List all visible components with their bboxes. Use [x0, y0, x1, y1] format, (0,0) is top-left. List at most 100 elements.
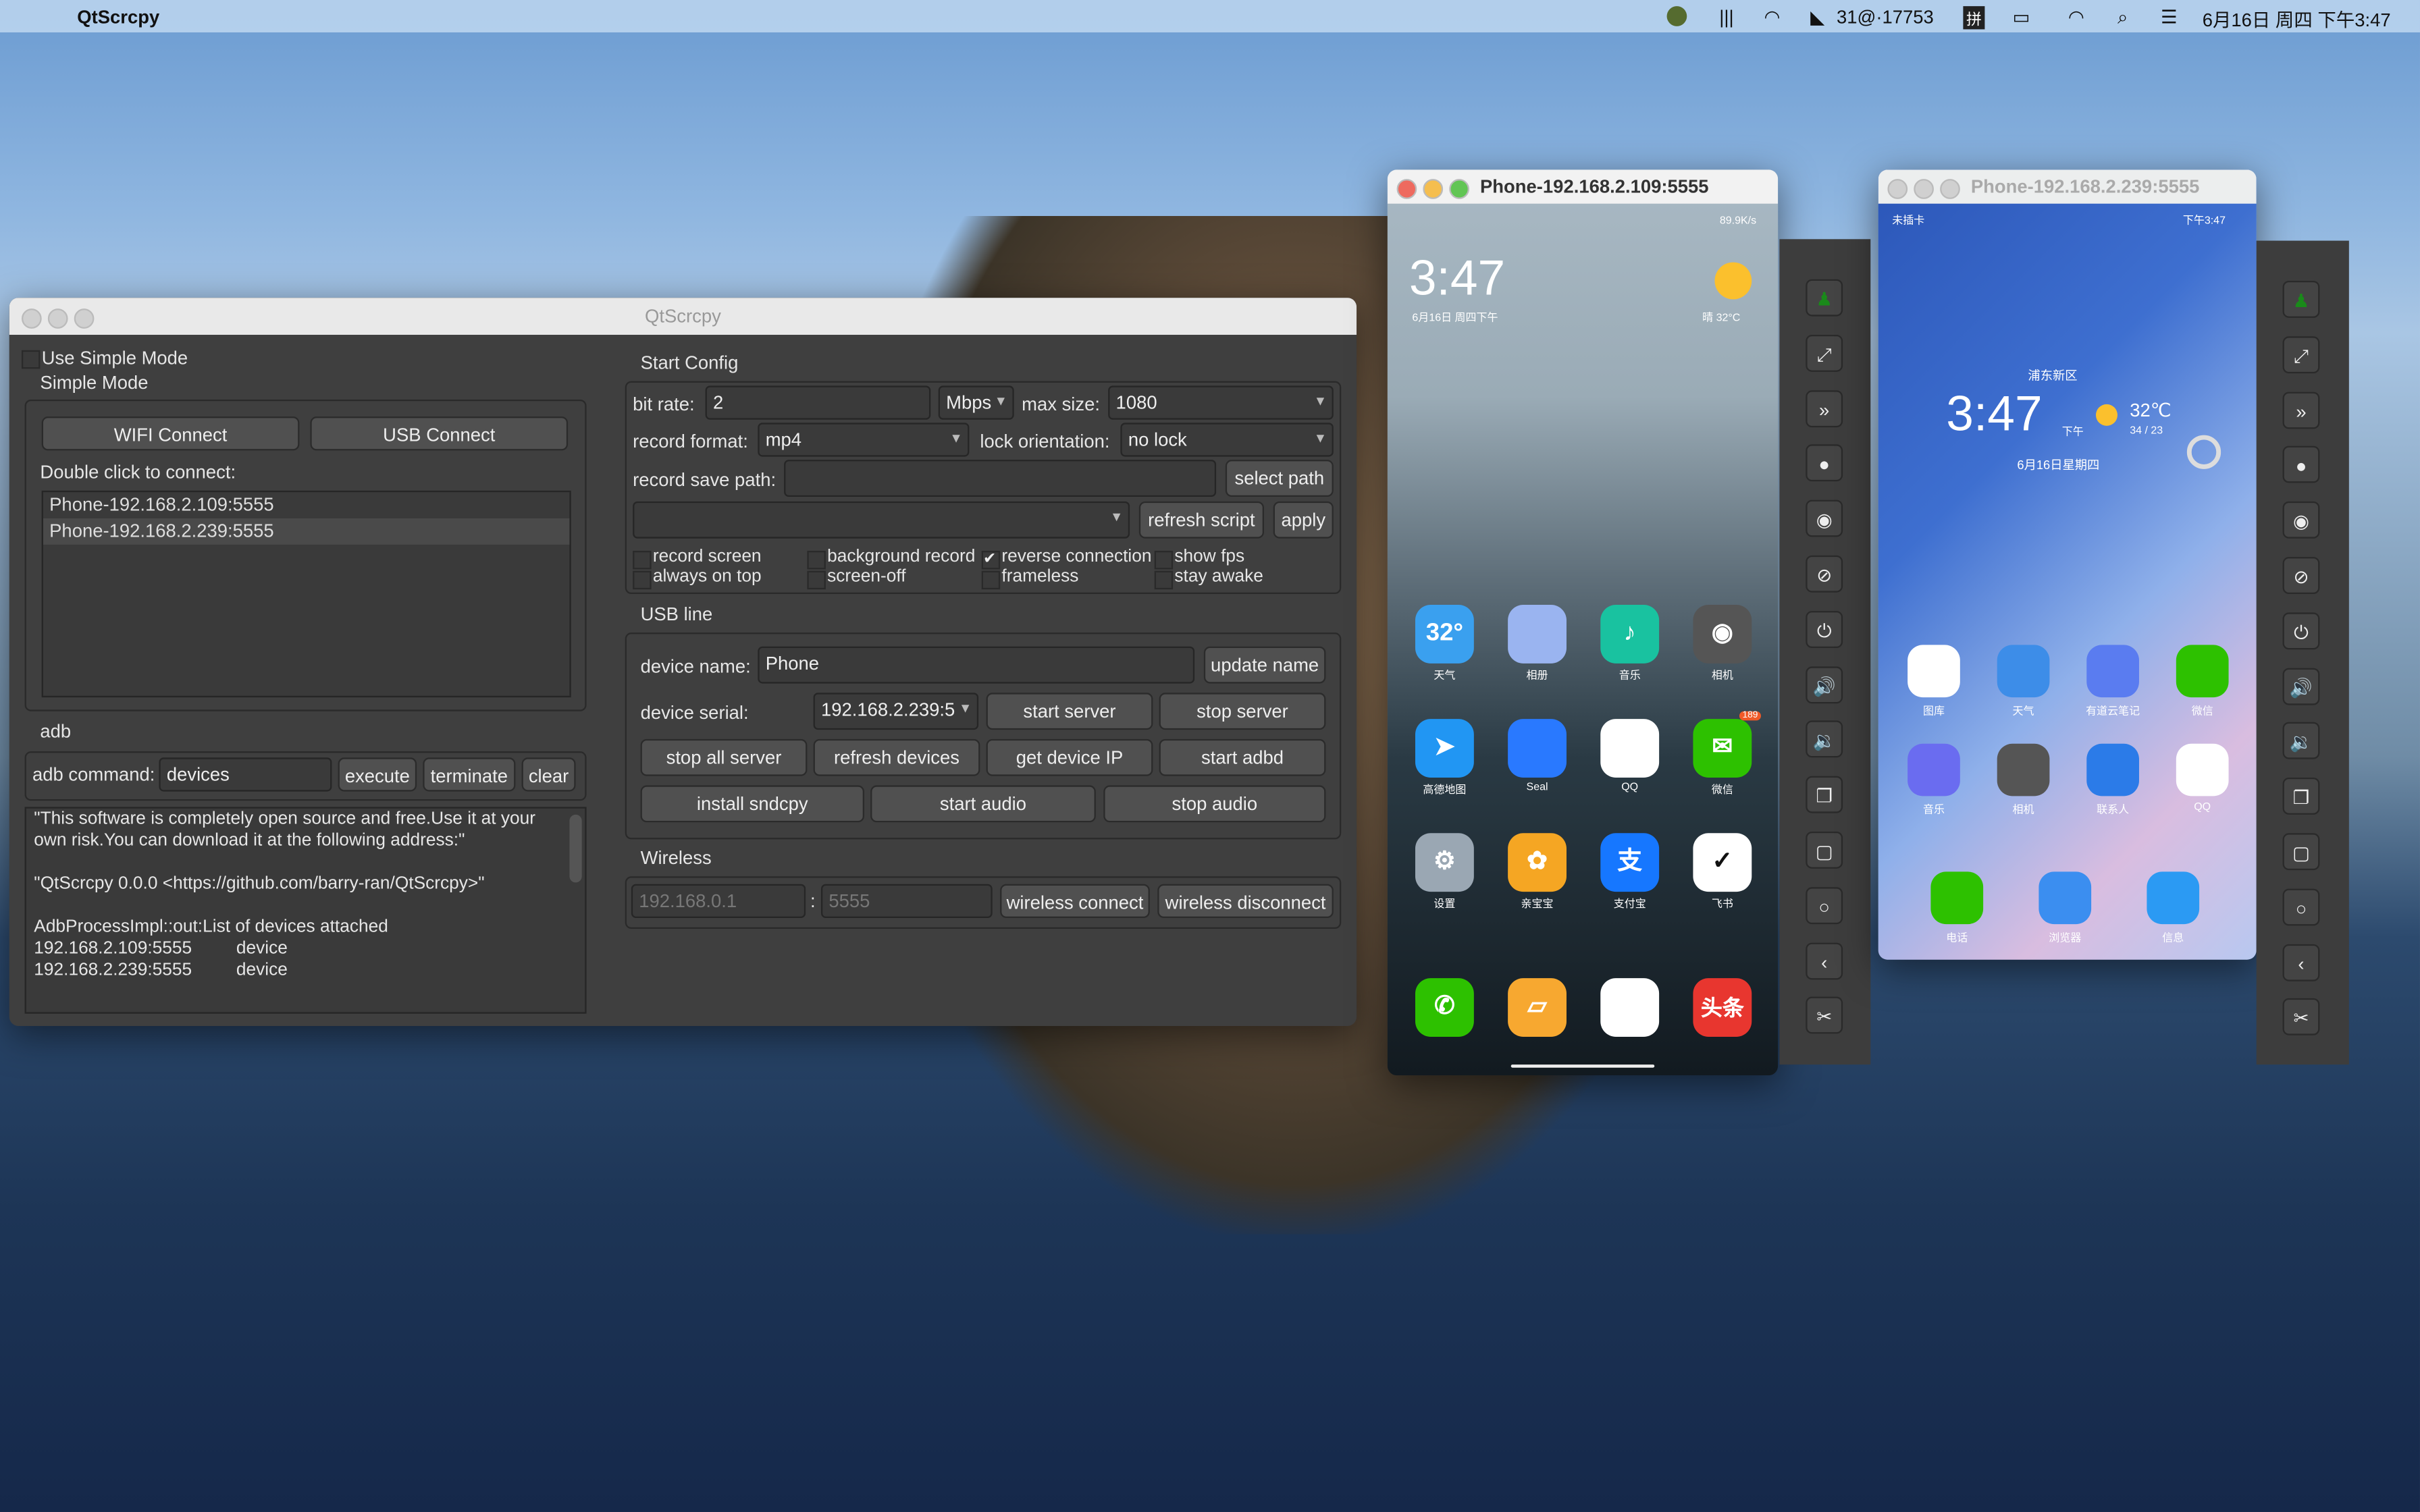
- simple-mode-checkbox[interactable]: [21, 350, 41, 369]
- max-size-select[interactable]: 1080: [1108, 385, 1334, 420]
- start-server-button[interactable]: start server: [986, 693, 1153, 730]
- wifi-connect-button[interactable]: WIFI Connect: [41, 416, 300, 451]
- checkbox[interactable]: [633, 550, 652, 570]
- wireless-disconnect-button[interactable]: wireless disconnect: [1157, 884, 1334, 918]
- screenshot-icon[interactable]: ✂: [2282, 998, 2320, 1036]
- app-icon[interactable]: [2176, 645, 2229, 698]
- cloud-icon[interactable]: ◠: [1764, 6, 1781, 28]
- dock-chrome-beta-icon[interactable]: ◕: [1600, 978, 1660, 1037]
- wireless-port-input[interactable]: 5555: [820, 884, 993, 918]
- app-icon[interactable]: [2086, 645, 2139, 698]
- app-icon[interactable]: ♪: [1600, 604, 1660, 664]
- power-icon[interactable]: ⏻: [2282, 612, 2320, 649]
- device-name-input[interactable]: Phone: [758, 646, 1195, 684]
- dock-icon[interactable]: [2147, 871, 2200, 925]
- minimize-button[interactable]: [1423, 179, 1444, 199]
- execute-button[interactable]: execute: [338, 757, 417, 792]
- app-icon[interactable]: [1508, 604, 1567, 664]
- home-icon[interactable]: ○: [1806, 886, 1843, 924]
- checkbox[interactable]: [807, 550, 826, 570]
- clock[interactable]: 6月16日 周四 下午3:47: [2203, 6, 2391, 32]
- app-icon[interactable]: [2176, 743, 2229, 796]
- fullscreen-icon[interactable]: ⤢: [2282, 335, 2320, 373]
- close-button[interactable]: [1887, 179, 1908, 199]
- zoom-button[interactable]: [1940, 179, 1960, 199]
- switch-app-icon[interactable]: ♟: [2282, 280, 2320, 318]
- app-icon[interactable]: [1997, 645, 2050, 698]
- install-sndcpy-button[interactable]: install sndcpy: [640, 785, 864, 823]
- app-menu[interactable]: QtScrcpy: [77, 6, 159, 28]
- list-item[interactable]: Phone-192.168.2.239:5555: [43, 518, 570, 545]
- audio-icon[interactable]: |||: [1719, 6, 1733, 28]
- record-save-path-input[interactable]: [784, 460, 1217, 497]
- home-icon[interactable]: ○: [2282, 888, 2320, 925]
- checkbox[interactable]: [981, 570, 1001, 590]
- start-adbd-button[interactable]: start adbd: [1159, 738, 1326, 776]
- close-button[interactable]: [1396, 179, 1417, 199]
- title-bar[interactable]: Phone-192.168.2.109:5555: [1387, 169, 1779, 204]
- volume-up-icon[interactable]: 🔊: [2282, 667, 2320, 705]
- phone-window-2[interactable]: Phone-192.168.2.239:5555 未插卡 下午3:47 浦东新区…: [1878, 169, 2257, 960]
- back-icon[interactable]: ‹: [2282, 943, 2320, 981]
- volume-up-icon[interactable]: 🔊: [1806, 666, 1843, 703]
- list-item[interactable]: Phone-192.168.2.109:5555: [43, 492, 569, 518]
- checkbox[interactable]: [807, 570, 826, 590]
- wifi-icon[interactable]: ◠: [2068, 6, 2084, 28]
- device-list[interactable]: Phone-192.168.2.109:5555 Phone-192.168.2…: [41, 490, 571, 698]
- screen-off-icon[interactable]: ●: [1806, 445, 1843, 483]
- fullscreen-icon[interactable]: ⤢: [1806, 334, 1843, 372]
- hide-touches-icon[interactable]: ⊘: [1806, 555, 1843, 593]
- battery-icon[interactable]: ▭: [2013, 6, 2030, 28]
- wireless-ip-input[interactable]: 192.168.0.1: [631, 884, 806, 918]
- app-icon[interactable]: [1508, 719, 1567, 778]
- app-icon[interactable]: ✿: [1508, 833, 1567, 892]
- status-text[interactable]: 31@·17753: [1837, 6, 1934, 28]
- copy-icon[interactable]: ❐: [2282, 778, 2320, 815]
- refresh-script-button[interactable]: refresh script: [1138, 501, 1264, 539]
- control-center-icon[interactable]: ☰: [2161, 6, 2178, 28]
- checkbox[interactable]: [1154, 570, 1174, 590]
- title-bar[interactable]: Phone-192.168.2.239:5555: [1878, 169, 2257, 204]
- checkbox[interactable]: [1154, 550, 1174, 570]
- wireless-connect-button[interactable]: wireless connect: [1000, 884, 1150, 918]
- refresh-devices-button[interactable]: refresh devices: [813, 738, 980, 776]
- bit-rate-unit-select[interactable]: Mbps: [938, 385, 1014, 420]
- stop-audio-button[interactable]: stop audio: [1103, 785, 1326, 823]
- dock-icon[interactable]: [1930, 871, 1984, 925]
- back-icon[interactable]: ‹: [1806, 942, 1843, 979]
- terminate-button[interactable]: terminate: [423, 757, 516, 792]
- copy-icon[interactable]: ❐: [1806, 776, 1843, 813]
- collapse-icon[interactable]: »: [1806, 389, 1843, 427]
- lock-orientation-select[interactable]: no lock: [1120, 423, 1334, 457]
- select-path-button[interactable]: select path: [1225, 460, 1334, 497]
- adb-command-input[interactable]: devices: [159, 757, 332, 792]
- show-touches-icon[interactable]: ◉: [2282, 502, 2320, 539]
- volume-down-icon[interactable]: 🔉: [1806, 721, 1843, 759]
- network-icon[interactable]: ◣: [1810, 6, 1824, 28]
- assistive-touch-button[interactable]: [2186, 435, 2221, 469]
- app-switch-icon[interactable]: ▢: [2282, 833, 2320, 871]
- collapse-icon[interactable]: »: [2282, 391, 2320, 429]
- app-icon[interactable]: [1997, 743, 2050, 796]
- checkbox[interactable]: ✔: [981, 550, 1001, 570]
- scrollbar[interactable]: [569, 814, 582, 883]
- screen-off-icon[interactable]: ●: [2282, 446, 2320, 484]
- dock-toutiao-icon[interactable]: 头条: [1693, 978, 1752, 1037]
- clear-button[interactable]: clear: [521, 757, 576, 792]
- dock-phone-icon[interactable]: ✆: [1415, 978, 1474, 1037]
- script-select[interactable]: [633, 501, 1130, 539]
- zoom-button[interactable]: [1449, 179, 1469, 199]
- app-icon[interactable]: [1908, 743, 1960, 796]
- show-touches-icon[interactable]: ◉: [1806, 500, 1843, 537]
- app-icon[interactable]: ⚙: [1415, 833, 1474, 892]
- input-method-icon[interactable]: 拼: [1963, 6, 1985, 30]
- apply-button[interactable]: apply: [1273, 501, 1334, 539]
- stop-all-server-button[interactable]: stop all server: [640, 738, 808, 776]
- switch-app-icon[interactable]: ♟: [1806, 279, 1843, 317]
- get-device-ip-button[interactable]: get device IP: [986, 738, 1153, 776]
- minimize-button[interactable]: [1914, 179, 1934, 199]
- app-icon[interactable]: ✉: [1693, 719, 1752, 778]
- bit-rate-input[interactable]: 2: [705, 385, 931, 420]
- title-bar[interactable]: QtScrcpy: [9, 298, 1357, 335]
- volume-down-icon[interactable]: 🔉: [2282, 722, 2320, 760]
